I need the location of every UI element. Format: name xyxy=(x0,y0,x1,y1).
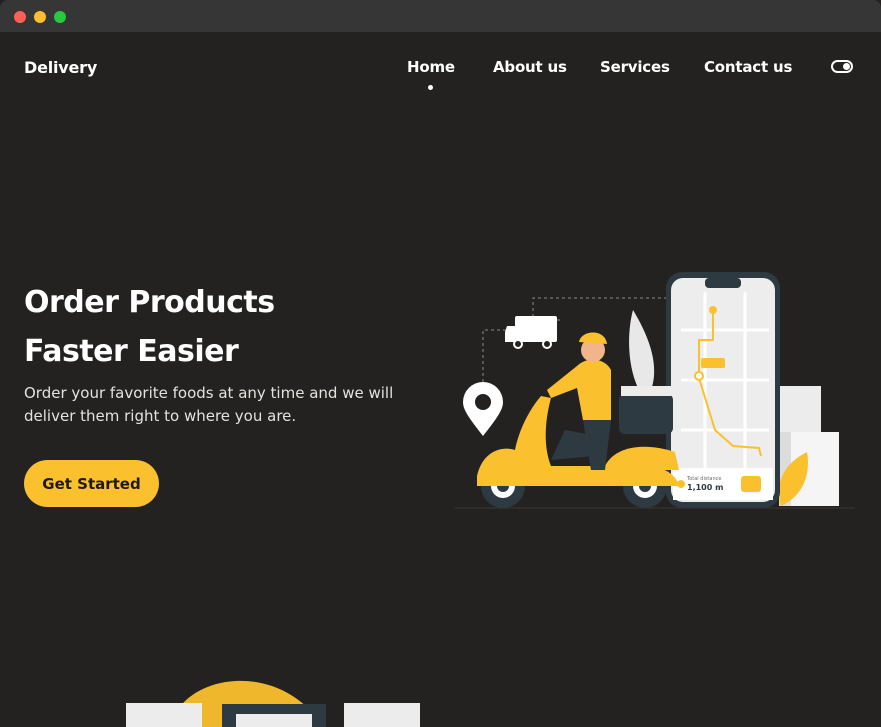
phone-icon: Total distance 1,100 m xyxy=(666,272,780,508)
hero-title-line-2: Faster Easier xyxy=(24,334,239,369)
delivery-illustration: Total distance 1,100 m xyxy=(455,272,855,509)
maximize-window-button[interactable] xyxy=(54,11,66,23)
hero-description: Order your favorite foods at any time an… xyxy=(24,384,394,425)
window-title-bar xyxy=(0,0,881,32)
nav-link-contact-us[interactable]: Contact us xyxy=(704,58,792,76)
hero-title: Order Products Faster Easier xyxy=(24,278,275,376)
bottom-illustration xyxy=(126,680,420,727)
nav-link-services[interactable]: Services xyxy=(600,58,670,76)
nav-link-home[interactable]: Home xyxy=(407,58,455,76)
active-nav-indicator xyxy=(428,85,433,90)
phone-distance-label: Total distance xyxy=(686,476,721,482)
theme-toggle[interactable] xyxy=(831,60,853,73)
logo[interactable]: Delivery xyxy=(24,58,97,77)
close-window-button[interactable] xyxy=(14,11,26,23)
minimize-window-button[interactable] xyxy=(34,11,46,23)
nav-link-about-us[interactable]: About us xyxy=(493,58,567,76)
get-started-button[interactable]: Get Started xyxy=(24,460,159,507)
hero-title-line-1: Order Products xyxy=(24,285,275,320)
location-pin-icon xyxy=(463,382,503,436)
delivery-scooter-icon xyxy=(477,386,679,508)
phone-distance-value: 1,100 m xyxy=(687,483,723,492)
toggle-knob xyxy=(843,63,850,70)
truck-icon xyxy=(505,316,557,349)
plant-icon xyxy=(629,310,655,390)
